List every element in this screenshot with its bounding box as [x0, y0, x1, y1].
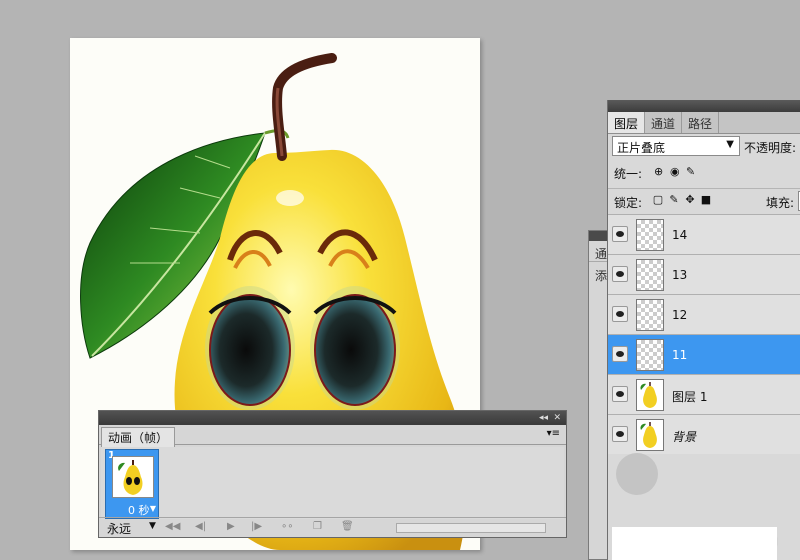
blank-overlay	[612, 527, 777, 560]
layer-thumbnail	[636, 419, 664, 451]
tab-layers[interactable]: 图层	[608, 112, 646, 133]
blend-row: 正片叠底 ▼ 不透明度:	[612, 136, 800, 158]
eye-icon[interactable]	[612, 346, 628, 362]
layer-row-11[interactable]: 11	[608, 334, 800, 374]
opacity-label: 不透明度:	[744, 141, 797, 155]
pear-thumbnail-icon	[640, 422, 657, 448]
layer-row-layer-1[interactable]: 图层 1	[608, 374, 800, 414]
unify-visibility-icon[interactable]: ◉	[670, 166, 682, 178]
animation-panel-titlebar[interactable]: ◂◂ ✕	[99, 411, 566, 425]
layers-panel-titlebar[interactable]	[608, 100, 800, 112]
animation-frame[interactable]: 1 0 秒 ▼	[105, 449, 159, 519]
pear-thumbnail-icon	[118, 460, 143, 495]
animation-controls: 永远 ▼ ◀◀ ◀| ▶ |▶ ∘∘ ❐ 🗑	[99, 517, 566, 537]
frame-scrollbar[interactable]	[396, 523, 546, 533]
play-icon[interactable]: ▶	[227, 521, 235, 532]
lock-transparent-icon[interactable]: ▢	[652, 194, 664, 206]
lock-row: 锁定: ▢ ✎ ✥ ■ 填充:	[608, 188, 800, 212]
lock-label: 锁定:	[614, 196, 643, 210]
eye-icon[interactable]	[612, 426, 628, 442]
delete-frame-icon[interactable]: 🗑	[341, 521, 354, 532]
chevron-down-icon[interactable]: ▼	[149, 521, 156, 531]
panel-menu-icon[interactable]: ▾≡	[547, 428, 560, 439]
eye-icon[interactable]	[612, 386, 628, 402]
close-icon[interactable]: ✕	[553, 411, 561, 425]
layer-name: 图层 1	[672, 390, 708, 404]
unify-label: 统一:	[614, 167, 643, 181]
chevron-down-icon[interactable]: ▼	[150, 504, 156, 513]
layer-name: 11	[672, 348, 688, 362]
secondary-panel-row: 添	[595, 269, 608, 283]
lock-all-icon[interactable]: ■	[700, 194, 712, 206]
layer-thumbnail	[636, 339, 664, 371]
eye-icon[interactable]	[612, 266, 628, 282]
tween-icon[interactable]: ∘∘	[281, 521, 294, 532]
layer-thumbnail	[636, 299, 664, 331]
previous-frame-icon[interactable]: ◀|	[195, 521, 206, 532]
blend-mode-value: 正片叠底	[617, 141, 666, 155]
animation-panel: ◂◂ ✕ 动画（帧） ▾≡ 1 0 秒 ▼ 永远 ▼ ◀◀ ◀| ▶	[98, 410, 567, 538]
animation-tab[interactable]: 动画（帧）	[101, 427, 176, 447]
layer-row-14[interactable]: 14	[608, 214, 800, 254]
lock-move-icon[interactable]: ✥	[684, 194, 696, 206]
layer-thumbnail	[636, 379, 664, 411]
duplicate-frame-icon[interactable]: ❐	[313, 521, 322, 532]
fill-label: 填充:	[766, 196, 795, 210]
collapse-icon[interactable]: ◂◂	[539, 411, 548, 425]
unify-position-icon[interactable]: ⊕	[654, 166, 666, 178]
secondary-panel-tab[interactable]: 通	[595, 245, 607, 262]
layer-row-background[interactable]: 背景	[608, 414, 800, 454]
blend-mode-select[interactable]: 正片叠底 ▼	[612, 136, 740, 156]
frame-thumbnail	[112, 456, 154, 498]
layer-thumbnail	[636, 219, 664, 251]
layer-name: 背景	[672, 430, 697, 444]
layer-name: 14	[672, 228, 688, 242]
next-frame-icon[interactable]: |▶	[251, 521, 262, 532]
layers-panel-tabs: 图层 通道 路径	[608, 112, 800, 134]
frame-delay[interactable]: 0 秒	[128, 502, 150, 518]
layer-name: 13	[672, 268, 688, 282]
layer-name: 12	[672, 308, 688, 322]
tab-paths[interactable]: 路径	[682, 112, 720, 133]
chevron-down-icon: ▼	[726, 139, 734, 150]
layer-thumbnail	[636, 259, 664, 291]
pear-thumbnail-icon	[640, 382, 657, 408]
eye-icon[interactable]	[612, 226, 628, 242]
lock-paint-icon[interactable]: ✎	[668, 194, 680, 206]
layer-list: 14 13 12 11 图层 1 背景	[608, 214, 800, 454]
loop-select[interactable]: 永远	[107, 520, 131, 537]
animation-panel-header: 动画（帧） ▾≡	[99, 425, 566, 447]
first-frame-icon[interactable]: ◀◀	[165, 521, 180, 532]
layer-row-12[interactable]: 12	[608, 294, 800, 334]
cursor-circle	[616, 453, 658, 495]
frame-strip: 1 0 秒 ▼	[101, 447, 564, 519]
tab-channels[interactable]: 通道	[645, 112, 683, 133]
eye-icon[interactable]	[612, 306, 628, 322]
layer-row-13[interactable]: 13	[608, 254, 800, 294]
layers-panel: 图层 通道 路径 正片叠底 ▼ 不透明度: 统一: ⊕ ◉ ✎ 锁定: ▢ ✎ …	[607, 100, 800, 560]
unify-row: 统一: ⊕ ◉ ✎	[612, 163, 800, 183]
unify-style-icon[interactable]: ✎	[686, 166, 698, 178]
